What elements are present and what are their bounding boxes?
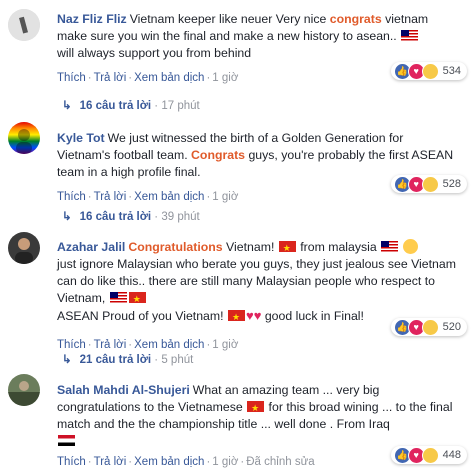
comment-actions: Thích · Trả lời · Xem bản dịch · 1 giờ [57, 72, 239, 84]
reply-link[interactable]: Trả lời [94, 72, 127, 84]
comment-text-part: will always support you from behind [57, 46, 252, 60]
avatar-image [15, 238, 33, 264]
reaction-summary[interactable]: 👍 ♥ 534 [390, 62, 467, 80]
heart-icon: ♥ [245, 308, 254, 323]
edited-label[interactable]: Đã chỉnh sửa [246, 456, 314, 468]
like-link[interactable]: Thích [57, 72, 86, 84]
reaction-summary[interactable]: 👍 ♥ 528 [390, 175, 467, 193]
highlighted-keyword: Congratulations [128, 240, 223, 254]
commenter-name[interactable]: Kyle Tot [57, 131, 105, 145]
iraq-flag-icon [58, 435, 75, 446]
replies-count[interactable]: 16 câu trả lời [80, 211, 151, 223]
avatar[interactable] [8, 232, 40, 264]
reply-link[interactable]: Trả lời [94, 339, 127, 351]
comment-actions: Thích · Trả lời · Xem bản dịch · 1 giờ [57, 339, 239, 351]
translate-link[interactable]: Xem bản dịch [134, 456, 204, 468]
timestamp[interactable]: 1 giờ [212, 191, 238, 203]
comment-text: Salah Mahdi Al-Shujeri What an amazing te… [57, 382, 457, 450]
replies-count[interactable]: 21 câu trả lời [80, 354, 151, 366]
reaction-summary[interactable]: 👍 ♥ 520 [390, 318, 467, 336]
avatar-image [8, 9, 40, 41]
comment-text-part: ASEAN Proud of you Vietnam! [57, 309, 224, 323]
view-replies-link[interactable]: ↳ 21 câu trả lời · 5 phút [62, 352, 193, 366]
reply-link[interactable]: Trả lời [94, 456, 127, 468]
smile-emoji-icon [402, 239, 418, 254]
malaysia-flag-icon [109, 292, 127, 303]
haha-reaction-icon [421, 175, 439, 193]
timestamp[interactable]: 1 giờ [212, 72, 238, 84]
replies-count[interactable]: 16 câu trả lời [80, 100, 151, 112]
reaction-count: 528 [442, 178, 461, 190]
comment-text: Azahar JalilCongratulations Vietnam! fro… [57, 239, 457, 326]
translate-link[interactable]: Xem bản dịch [134, 72, 204, 84]
replies-time: 39 phút [161, 211, 200, 223]
commenter-name[interactable]: Naz Fliz Fliz [57, 12, 127, 26]
malaysia-flag-icon [381, 241, 399, 252]
comment-actions: Thích · Trả lời · Xem bản dịch · 1 giờ · Đã chỉn… [57, 456, 315, 468]
comment-text-part: Vietnam! [222, 240, 275, 254]
comment-text-part: Vietnam keeper like neuer Very nice [129, 12, 330, 26]
comment-text: Naz Fliz Fliz Vietnam keeper like neuer V… [57, 11, 457, 62]
reply-arrow-icon: ↳ [62, 211, 72, 223]
commenter-name[interactable]: Salah Mahdi Al-Shujeri [57, 383, 190, 397]
like-link[interactable]: Thích [57, 339, 86, 351]
comment-text-part: good luck in Final! [261, 309, 364, 323]
reaction-count: 448 [442, 449, 461, 461]
reply-link[interactable]: Trả lời [94, 191, 127, 203]
reaction-summary[interactable]: 👍 ♥ 448 [390, 446, 467, 464]
translate-link[interactable]: Xem bản dịch [134, 191, 204, 203]
malaysia-flag-icon [401, 30, 419, 41]
haha-reaction-icon [421, 62, 439, 80]
highlighted-keyword: Congrats [191, 148, 246, 162]
commenter-name[interactable]: Azahar Jalil [57, 240, 125, 254]
like-link[interactable]: Thích [57, 191, 86, 203]
timestamp[interactable]: 1 giờ [212, 339, 238, 351]
comment-text-part: from malaysia [296, 240, 377, 254]
vietnam-flag-icon [128, 291, 146, 308]
reaction-count: 534 [442, 65, 461, 77]
avatar-image [16, 129, 32, 154]
comment-actions: Thích · Trả lời · Xem bản dịch · 1 giờ [57, 191, 239, 203]
view-replies-link[interactable]: ↳ 16 câu trả lời · 39 phút [62, 209, 200, 223]
highlighted-keyword: congrats [329, 12, 382, 26]
haha-reaction-icon [421, 446, 439, 464]
avatar[interactable] [8, 374, 40, 406]
replies-time: 5 phút [161, 354, 194, 366]
view-replies-link[interactable]: ↳ 16 câu trả lời · 17 phút [62, 98, 200, 112]
translate-link[interactable]: Xem bản dịch [134, 339, 204, 351]
replies-time: 17 phút [161, 100, 200, 112]
vietnam-flag-icon [227, 309, 245, 326]
reaction-count: 520 [442, 321, 461, 333]
like-link[interactable]: Thích [57, 456, 86, 468]
avatar[interactable] [8, 122, 40, 154]
vietnam-flag-icon [247, 400, 265, 417]
avatar-image [8, 381, 40, 406]
timestamp[interactable]: 1 giờ [212, 456, 238, 468]
reply-arrow-icon: ↳ [62, 100, 72, 112]
comment-text: Kyle Tot We just witnessed the birth of a… [57, 130, 457, 181]
vietnam-flag-icon [278, 240, 296, 257]
reply-arrow-icon: ↳ [62, 354, 72, 366]
avatar[interactable] [8, 9, 40, 41]
haha-reaction-icon [421, 318, 439, 336]
